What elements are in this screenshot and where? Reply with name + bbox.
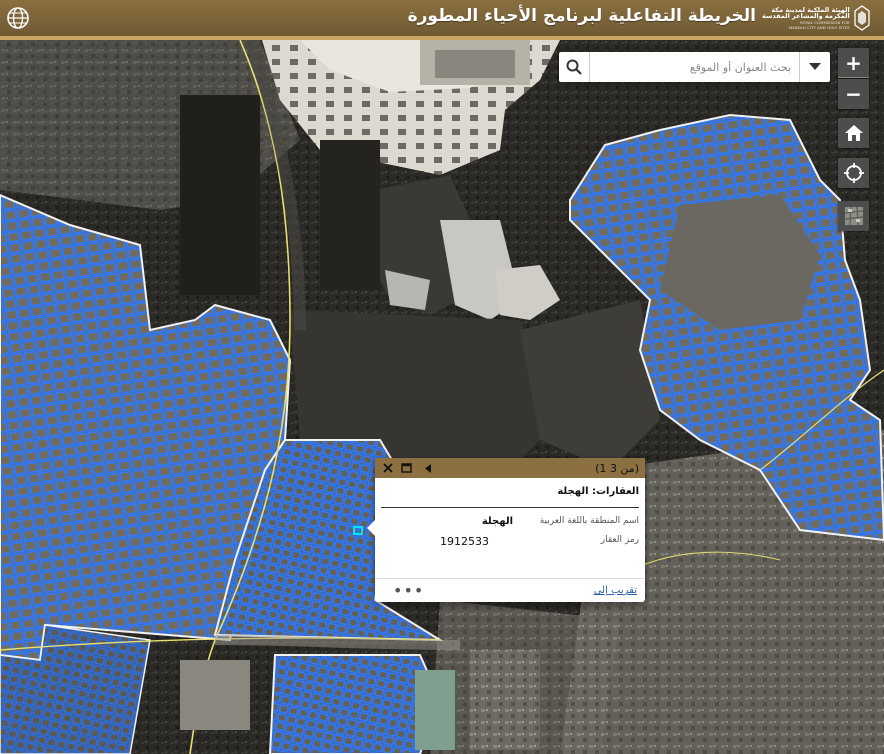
chevron-down-icon — [809, 63, 821, 70]
popup-maximize-button[interactable] — [399, 461, 413, 475]
search-source-dropdown[interactable] — [799, 52, 830, 82]
search-widget — [559, 52, 830, 82]
close-icon — [383, 463, 393, 473]
popup-field-value: 1912533 — [440, 535, 489, 548]
page-title: الخريطة التفاعلية لبرنامج الأحياء المطور… — [407, 6, 756, 26]
logo: الهيئة الملكية لمدينة مكة المكرمة والمشا… — [762, 2, 880, 34]
home-button[interactable] — [838, 118, 869, 148]
popup-field-value: الهجلة — [481, 516, 513, 527]
popup-pointer — [367, 520, 375, 536]
popup-zoom-to-link[interactable]: تقريب إلى — [594, 585, 637, 596]
popup-title: العقارات: الهجلة — [381, 486, 639, 508]
popup-field-label: رمز العقار — [600, 535, 639, 545]
app-header: الخريطة التفاعلية لبرنامج الأحياء المطور… — [0, 0, 884, 40]
app-root: الخريطة التفاعلية لبرنامج الأحياء المطور… — [0, 0, 884, 754]
chevron-left-icon — [424, 463, 431, 473]
search-input[interactable] — [590, 52, 799, 82]
locate-icon — [843, 163, 864, 183]
logo-text-en-1: ROYAL COMMISSION FOR — [800, 19, 850, 25]
basemap-toggle-button[interactable] — [838, 201, 869, 231]
popup-previous-button[interactable] — [421, 461, 435, 475]
locate-button[interactable] — [838, 158, 869, 188]
popup-feature-count: (1 من 3) — [595, 461, 639, 475]
logo-text-ar-2: المكرمة والمشاعر المقدسة — [762, 12, 850, 21]
popup-field-row: رمز العقار 1912533 — [381, 535, 639, 548]
logo-text-en-2: MAKKAH CITY AND HOLY SITES — [788, 24, 850, 30]
maximize-icon — [400, 463, 412, 473]
zoom-in-button[interactable]: + — [838, 48, 869, 78]
popup-footer: ••• تقريب إلى — [375, 578, 645, 602]
search-icon — [566, 59, 582, 75]
popup-field-label: اسم المنطقة باللغة العربية — [539, 516, 639, 526]
feature-popup: (1 من 3) العقارات: الهجلة اسم المنطقة با… — [367, 458, 645, 602]
popup-content: العقارات: الهجلة اسم المنطقة باللغة العر… — [375, 478, 645, 548]
satellite-basemap — [0, 40, 884, 754]
popup-field-row: اسم المنطقة باللغة العربية الهجلة — [381, 516, 639, 527]
search-button[interactable] — [559, 52, 590, 82]
popup-more-actions-button[interactable]: ••• — [393, 582, 424, 598]
basemap-icon — [844, 206, 863, 226]
globe-icon[interactable] — [6, 6, 30, 30]
popup-titlebar: (1 من 3) — [375, 458, 645, 478]
logo-emblem-icon — [854, 5, 870, 31]
home-icon — [844, 125, 863, 141]
zoom-out-button[interactable]: − — [838, 79, 869, 109]
popup-close-button[interactable] — [381, 461, 395, 475]
map-view[interactable] — [0, 40, 884, 754]
